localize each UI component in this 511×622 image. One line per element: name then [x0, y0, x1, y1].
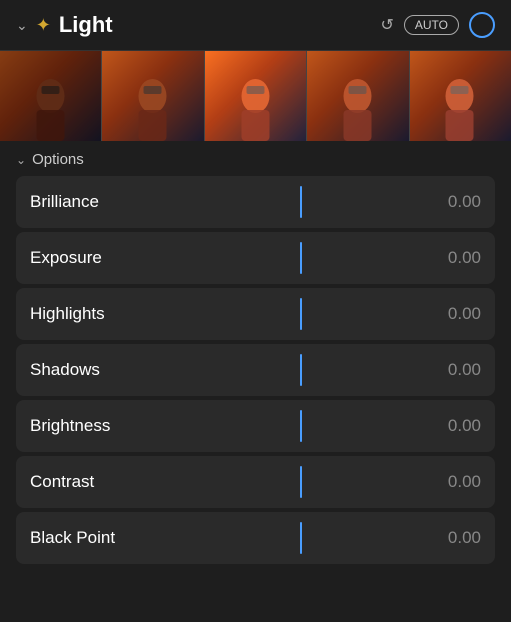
slider-indicator-4	[300, 410, 302, 442]
slider-value-0: 0.00	[431, 192, 481, 212]
preview-strip	[0, 51, 511, 141]
slider-indicator-0	[300, 186, 302, 218]
auto-button[interactable]: AUTO	[404, 15, 459, 35]
preview-image-3[interactable]	[205, 51, 306, 141]
options-section: ⌄ Options Brilliance0.00Exposure0.00High…	[0, 141, 511, 574]
reset-icon[interactable]: ↺	[380, 15, 393, 35]
slider-track-6[interactable]	[170, 512, 431, 564]
preview-image-2[interactable]	[102, 51, 203, 141]
collapse-chevron-icon[interactable]: ⌄	[16, 17, 28, 34]
slider-label-0: Brilliance	[30, 192, 170, 212]
slider-track-3[interactable]	[170, 344, 431, 396]
section-title: Light	[59, 12, 113, 38]
slider-label-6: Black Point	[30, 528, 170, 548]
header-left: ⌄ ✦ Light	[16, 12, 380, 38]
slider-indicator-2	[300, 298, 302, 330]
slider-track-2[interactable]	[170, 288, 431, 340]
sliders-container: Brilliance 0.00 Exposure 0.00 Highlights 0.00…	[16, 176, 495, 564]
slider-row-contrast[interactable]: Contrast 0.00	[16, 456, 495, 508]
options-label: Options	[32, 151, 84, 168]
slider-label-2: Highlights	[30, 304, 170, 324]
slider-row-shadows[interactable]: Shadows 0.00	[16, 344, 495, 396]
slider-value-4: 0.00	[431, 416, 481, 436]
slider-label-4: Brightness	[30, 416, 170, 436]
slider-indicator-6	[300, 522, 302, 554]
slider-row-highlights[interactable]: Highlights 0.00	[16, 288, 495, 340]
slider-value-3: 0.00	[431, 360, 481, 380]
slider-track-4[interactable]	[170, 400, 431, 452]
slider-track-5[interactable]	[170, 456, 431, 508]
light-sun-icon: ✦	[36, 15, 51, 36]
header-controls: ↺ AUTO	[380, 12, 495, 38]
slider-value-5: 0.00	[431, 472, 481, 492]
slider-row-brightness[interactable]: Brightness 0.00	[16, 400, 495, 452]
slider-indicator-1	[300, 242, 302, 274]
options-header: ⌄ Options	[16, 151, 495, 168]
slider-track-1[interactable]	[170, 232, 431, 284]
preview-images	[0, 51, 511, 141]
slider-label-3: Shadows	[30, 360, 170, 380]
slider-value-1: 0.00	[431, 248, 481, 268]
slider-value-6: 0.00	[431, 528, 481, 548]
slider-label-5: Contrast	[30, 472, 170, 492]
slider-track-0[interactable]	[170, 176, 431, 228]
slider-label-1: Exposure	[30, 248, 170, 268]
slider-value-2: 0.00	[431, 304, 481, 324]
light-section-header: ⌄ ✦ Light ↺ AUTO	[0, 0, 511, 51]
slider-row-black-point[interactable]: Black Point 0.00	[16, 512, 495, 564]
preview-image-5[interactable]	[410, 51, 511, 141]
options-chevron-icon[interactable]: ⌄	[16, 153, 26, 167]
slider-row-exposure[interactable]: Exposure 0.00	[16, 232, 495, 284]
slider-indicator-3	[300, 354, 302, 386]
slider-indicator-5	[300, 466, 302, 498]
slider-row-brilliance[interactable]: Brilliance 0.00	[16, 176, 495, 228]
mode-circle-button[interactable]	[469, 12, 495, 38]
preview-image-4[interactable]	[307, 51, 408, 141]
preview-image-1[interactable]	[0, 51, 101, 141]
